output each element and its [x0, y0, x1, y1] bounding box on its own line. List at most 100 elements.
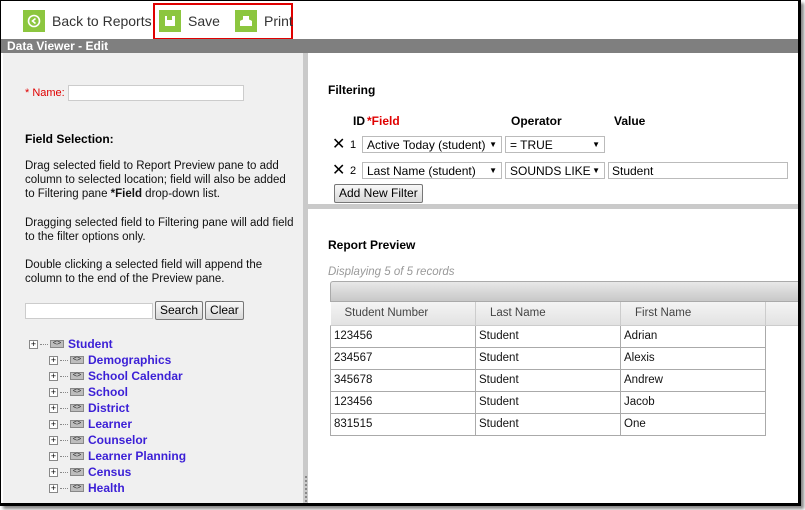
remove-filter-icon[interactable]: ✕	[332, 162, 346, 178]
table-row[interactable]: 234567 Student Alexis	[330, 346, 799, 370]
table-cell: Andrew	[620, 368, 766, 392]
printer-icon	[235, 10, 257, 32]
chevron-down-icon: ▼	[489, 166, 497, 175]
filter-header-value: Value	[614, 114, 646, 128]
instructions-filter: Dragging selected field to Filtering pan…	[25, 217, 294, 243]
name-input[interactable]	[67, 85, 244, 101]
filtering-pane: Filtering ID *Field Operator Value ✕ 1 A…	[308, 53, 798, 204]
table-row[interactable]: 123456 Student Adrian	[330, 324, 799, 348]
tree-item-label: Demographics	[88, 353, 172, 367]
tree-item-school[interactable]: + <> School	[29, 384, 186, 400]
column-header[interactable]: Last Name	[475, 302, 621, 326]
report-preview-heading: Report Preview	[328, 238, 416, 252]
expand-icon[interactable]: +	[49, 371, 58, 381]
node-icon: <>	[70, 404, 84, 412]
save-label: Save	[188, 13, 220, 29]
instructions-double-click: Double clicking a selected field will ap…	[25, 259, 263, 285]
expand-icon[interactable]: +	[49, 483, 58, 493]
splitter-grip[interactable]	[305, 476, 307, 503]
filter-header-operator: Operator	[511, 114, 562, 128]
filter-operator-select[interactable]: = TRUE ▼	[505, 136, 605, 153]
remove-filter-icon[interactable]: ✕	[332, 136, 346, 152]
back-to-reports-button[interactable]: Back to Reports	[23, 9, 152, 33]
node-icon: <>	[70, 388, 84, 396]
table-cell: Alexis	[620, 346, 766, 370]
node-icon: <>	[70, 356, 84, 364]
expand-icon[interactable]: +	[29, 339, 38, 349]
filter-field-value: Active Today (student)	[367, 137, 486, 152]
filter-operator-select[interactable]: SOUNDS LIKE ▼	[505, 162, 605, 179]
tree-item-learner[interactable]: + <> Learner	[29, 416, 186, 432]
table-cell: 831515	[330, 412, 476, 436]
table-cell: Student	[475, 368, 621, 392]
column-header[interactable]: Student Number	[330, 302, 476, 326]
expand-icon[interactable]: +	[49, 467, 58, 477]
instructions-text-end: drop-down list.	[141, 188, 220, 200]
field-keyword: *Field	[110, 188, 142, 200]
tree-item-student[interactable]: + <> Student	[29, 336, 186, 352]
search-button[interactable]: Search	[155, 301, 204, 320]
filter-operator-value: = TRUE	[510, 137, 553, 152]
chevron-down-icon: ▼	[489, 140, 497, 149]
tree-item-label: Learner	[88, 417, 133, 431]
tree-item-demographics[interactable]: + <> Demographics	[29, 352, 186, 368]
table-cell: 123456	[330, 390, 476, 414]
tree-item-label: Learner Planning	[88, 449, 187, 463]
tree-item-label: Counselor	[88, 433, 148, 447]
tree-item-label: School	[88, 385, 129, 399]
filter-field-value: Last Name (student)	[367, 163, 476, 178]
field-selection-pane: * Name: Field Selection: Drag selected f…	[3, 53, 303, 503]
expand-icon[interactable]: +	[49, 435, 58, 445]
tree-item-learner-planning[interactable]: + <> Learner Planning	[29, 448, 186, 464]
node-icon: <>	[70, 468, 84, 476]
filtering-heading: Filtering	[328, 83, 376, 97]
filter-header-id: ID	[353, 114, 365, 128]
print-button[interactable]: Print	[235, 9, 293, 33]
expand-icon[interactable]: +	[49, 419, 58, 429]
table-cell: 234567	[330, 346, 476, 370]
chevron-down-icon: ▼	[592, 166, 600, 175]
expand-icon[interactable]: +	[49, 355, 58, 365]
table-cell: Student	[475, 390, 621, 414]
table-cell: Jacob	[620, 390, 766, 414]
filter-field-select[interactable]: Active Today (student) ▼	[362, 136, 502, 153]
table-row[interactable]: 345678 Student Andrew	[330, 368, 799, 392]
field-search-input[interactable]	[25, 302, 153, 319]
toolbar: Back to Reports Save Print	[1, 1, 798, 40]
save-button[interactable]: Save	[159, 9, 220, 33]
tree-item-counselor[interactable]: + <> Counselor	[29, 432, 186, 448]
instructions-drag: Drag selected field to Report Preview pa…	[25, 159, 295, 201]
name-row: * Name:	[25, 85, 244, 101]
expand-icon[interactable]: +	[49, 387, 58, 397]
tree-item-label: Student	[68, 337, 113, 351]
table-cell: Student	[475, 412, 621, 436]
table-row[interactable]: 831515 Student One	[330, 412, 799, 436]
add-new-filter-button[interactable]: Add New Filter	[334, 184, 423, 203]
tree-item-school-calendar[interactable]: + <> School Calendar	[29, 368, 186, 384]
tree-item-district[interactable]: + <> District	[29, 400, 186, 416]
tree-item-health[interactable]: + <> Health	[29, 480, 186, 496]
node-icon: <>	[70, 484, 84, 492]
field-search: Search Clear	[25, 301, 244, 320]
tree-item-census[interactable]: + <> Census	[29, 464, 186, 480]
tree-item-label: District	[88, 401, 130, 415]
table-cell: Student	[475, 346, 621, 370]
table-cell: Student	[475, 324, 621, 348]
expand-icon[interactable]: +	[49, 451, 58, 461]
clear-button[interactable]: Clear	[205, 301, 244, 320]
report-preview-pane: Report Preview Displaying 5 of 5 records…	[308, 209, 799, 503]
table-row[interactable]: 123456 Student Jacob	[330, 390, 799, 414]
filter-operator-value: SOUNDS LIKE	[510, 163, 591, 178]
filter-value-input[interactable]	[608, 162, 788, 179]
data-viewer-window: Back to Reports Save Print Data Viewer -…	[0, 0, 801, 506]
tree-item-label: Census	[88, 465, 132, 479]
node-icon: <>	[50, 340, 64, 348]
save-disk-icon	[159, 10, 181, 32]
expand-icon[interactable]: +	[49, 403, 58, 413]
column-header[interactable]: First Name	[620, 302, 766, 326]
tree-item-label: School Calendar	[88, 369, 183, 383]
filter-id: 1	[349, 138, 357, 151]
name-label: * Name:	[25, 87, 65, 99]
table-cell: 123456	[330, 324, 476, 348]
filter-field-select[interactable]: Last Name (student) ▼	[362, 162, 502, 179]
